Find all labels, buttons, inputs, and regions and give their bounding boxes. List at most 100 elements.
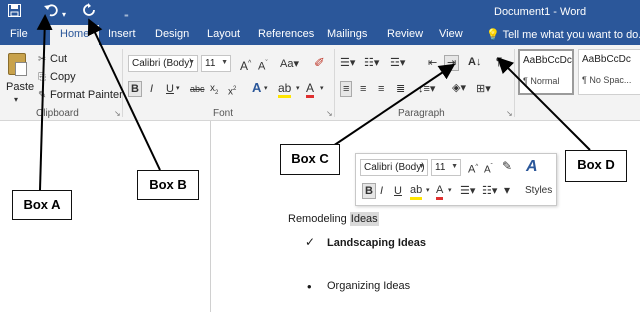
tell-me-box[interactable]: 💡 Tell me what you want to do... xyxy=(486,28,640,41)
format-painter-button[interactable]: ✎ Format Painter xyxy=(38,89,123,101)
mini-font-name-value: Calibri (Body) xyxy=(364,162,425,173)
tab-layout[interactable]: Layout xyxy=(207,28,240,40)
shrink-font-icon[interactable]: Aˇ xyxy=(484,160,493,177)
bold-icon[interactable]: B xyxy=(128,81,142,97)
save-icon[interactable] xyxy=(8,3,21,21)
italic-icon[interactable]: I xyxy=(150,82,153,96)
font-size-combo[interactable]: 11 ▼ xyxy=(201,55,231,72)
italic-icon[interactable]: I xyxy=(380,184,383,198)
borders-icon[interactable]: ⊞▾ xyxy=(476,82,491,96)
tab-design[interactable]: Design xyxy=(155,28,189,40)
align-left-icon[interactable]: ≡ xyxy=(340,81,353,97)
bullets-icon[interactable]: ☰▾ xyxy=(460,184,475,198)
highlight-color-icon[interactable]: ab xyxy=(278,81,292,98)
tab-home[interactable]: Home xyxy=(50,25,100,45)
style-normal[interactable]: AaBbCcDc ¶ Normal xyxy=(518,49,574,95)
tab-references[interactable]: References xyxy=(258,28,314,40)
font-color-icon[interactable]: A xyxy=(436,183,444,200)
font-color-icon[interactable]: A xyxy=(306,81,315,98)
underline-icon[interactable]: U xyxy=(394,184,402,198)
mini-font-name-combo[interactable]: Calibri (Body) ▼ xyxy=(360,159,428,176)
strikethrough-icon[interactable]: abc xyxy=(190,82,205,96)
list-item-landscaping[interactable]: Landscaping Ideas xyxy=(327,237,426,249)
paste-dropdown-icon[interactable]: ▾ xyxy=(14,93,18,107)
paragraph-launcher-icon[interactable]: ↘ xyxy=(506,109,513,118)
font-launcher-icon[interactable]: ↘ xyxy=(326,109,333,118)
chevron-down-icon[interactable]: ▾ xyxy=(320,82,324,96)
title-bar: ▾ ₌ Document1 - Word xyxy=(0,0,640,25)
copy-icon: ⎘ xyxy=(38,72,46,83)
grow-font-icon[interactable]: A^ xyxy=(468,160,478,177)
selected-text[interactable]: Ideas xyxy=(349,212,379,226)
highlight-color-icon[interactable]: ab xyxy=(410,183,423,200)
justify-icon[interactable]: ≣ xyxy=(396,82,405,96)
increase-indent-icon[interactable]: ⇥ xyxy=(444,55,460,71)
customize-qat-icon[interactable]: ₌ xyxy=(124,5,129,23)
document-line-1[interactable]: Remodeling Ideas xyxy=(288,212,379,226)
checkmark-bullet: ✓ xyxy=(305,235,316,249)
styles-pane-icon[interactable]: ▾ xyxy=(504,183,510,197)
change-case-icon[interactable]: Aa▾ xyxy=(280,57,299,71)
style-nospacing-sample: AaBbCcDc xyxy=(582,54,631,65)
underline-dropdown-icon[interactable]: ▾ xyxy=(176,82,180,96)
sort-icon[interactable]: A↓ xyxy=(468,55,481,69)
bullets-icon[interactable]: ☰▾ xyxy=(340,56,355,70)
grow-font-icon[interactable]: A^ xyxy=(240,57,251,73)
tab-insert[interactable]: Insert xyxy=(108,28,136,40)
tab-file[interactable]: File xyxy=(10,28,28,40)
style-no-spacing[interactable]: AaBbCcDc ¶ No Spac... xyxy=(578,49,640,95)
redo-icon[interactable] xyxy=(82,3,96,21)
numbering-icon[interactable]: ☷▾ xyxy=(482,184,497,198)
copy-button[interactable]: ⎘ Copy xyxy=(38,71,76,83)
align-center-icon[interactable]: ≡ xyxy=(360,82,366,96)
show-formatting-marks-icon[interactable]: ¶ xyxy=(496,55,502,69)
list-item-organizing[interactable]: Organizing Ideas xyxy=(327,280,410,292)
style-normal-name: ¶ Normal xyxy=(523,76,560,86)
line-spacing-icon[interactable]: ↕≡▾ xyxy=(418,82,435,96)
group-divider xyxy=(334,49,335,117)
mini-styles-label: Styles xyxy=(525,185,553,196)
chevron-down-icon[interactable]: ▾ xyxy=(448,184,452,198)
format-painter-icon[interactable]: ✎ xyxy=(502,159,512,173)
paragraph-group-label: Paragraph xyxy=(398,108,445,119)
decrease-indent-icon[interactable]: ⇤ xyxy=(428,56,437,70)
cut-button[interactable]: ✂ Cut xyxy=(38,53,67,65)
paste-button[interactable]: Paste xyxy=(6,81,34,93)
mini-font-size-combo[interactable]: 11 ▼ xyxy=(431,159,461,176)
superscript-icon[interactable]: x2 xyxy=(228,82,236,99)
align-right-icon[interactable]: ≡ xyxy=(378,82,384,96)
line1-prefix: Remodeling xyxy=(288,213,350,225)
paste-icon[interactable] xyxy=(8,53,27,76)
undo-dropdown-icon[interactable]: ▾ xyxy=(62,6,66,24)
tab-view[interactable]: View xyxy=(439,28,463,40)
mini-font-size-value: 11 xyxy=(435,162,446,173)
chevron-down-icon[interactable]: ▾ xyxy=(296,82,300,96)
chevron-down-icon[interactable]: ▾ xyxy=(426,184,430,198)
subscript-icon[interactable]: x2 xyxy=(210,82,218,100)
chevron-down-icon[interactable]: ▾ xyxy=(264,82,268,96)
clipboard-group-label: Clipboard xyxy=(36,108,79,119)
tab-review[interactable]: Review xyxy=(387,28,423,40)
cut-label: Cut xyxy=(50,53,68,65)
underline-icon[interactable]: U xyxy=(166,82,174,96)
copy-label: Copy xyxy=(50,71,76,83)
undo-icon[interactable] xyxy=(44,3,58,21)
style-normal-sample: AaBbCcDc xyxy=(523,55,572,66)
font-name-combo[interactable]: Calibri (Body) ▼ xyxy=(128,55,198,72)
clear-formatting-icon[interactable]: ✐ xyxy=(314,56,325,70)
ribbon-home: Paste ▾ ✂ Cut ⎘ Copy ✎ Format Painter Clipb… xyxy=(0,45,640,121)
scissors-icon: ✂ xyxy=(38,54,47,65)
group-divider xyxy=(122,49,123,117)
shrink-font-icon[interactable]: Aˇ xyxy=(258,57,268,74)
text-effects-icon[interactable]: A xyxy=(252,81,261,95)
page-margin-line xyxy=(210,121,211,312)
shading-icon[interactable]: ◈▾ xyxy=(452,81,466,95)
numbering-icon[interactable]: ☷▾ xyxy=(364,56,379,70)
tab-mailings[interactable]: Mailings xyxy=(327,28,367,40)
bold-icon[interactable]: B xyxy=(362,183,376,199)
callout-box-b: Box B xyxy=(137,170,199,200)
styles-icon[interactable]: A xyxy=(526,158,538,176)
multilevel-list-icon[interactable]: ☲▾ xyxy=(390,56,405,70)
font-size-value: 11 xyxy=(205,58,216,69)
clipboard-launcher-icon[interactable]: ↘ xyxy=(114,109,121,118)
